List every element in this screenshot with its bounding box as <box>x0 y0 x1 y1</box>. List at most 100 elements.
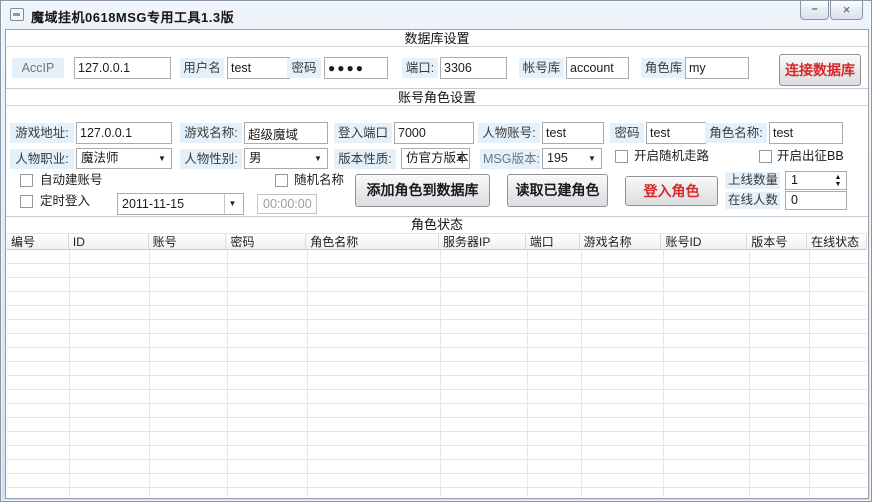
minimize-icon: – <box>811 3 817 15</box>
login-date-value: 2011-11-15 <box>122 197 184 211</box>
login-port-input[interactable] <box>394 122 474 144</box>
online-players-field[interactable]: 0 <box>785 191 847 210</box>
login-time-input[interactable]: 00:00:00 <box>257 194 317 214</box>
column-header-8[interactable]: 游戏名称 <box>580 233 662 250</box>
online-count-label: 上线数量 <box>725 172 780 189</box>
role-status-title: 角色状态 <box>6 217 868 232</box>
username-input[interactable] <box>227 57 290 79</box>
version-type-label: 版本性质: <box>334 149 396 169</box>
msg-version-value: 195 <box>547 151 568 165</box>
grid-column-line <box>809 250 810 497</box>
db-password-label: 密码 <box>287 58 321 78</box>
column-header-1[interactable]: 编号 <box>7 233 69 250</box>
chevron-down-icon: ▼ <box>312 149 324 168</box>
account-db-input[interactable] <box>566 57 629 79</box>
column-header-6[interactable]: 服务器IP <box>439 233 526 250</box>
acct-password-label: 密码 <box>610 123 644 143</box>
account-db-label: 帐号库 <box>519 58 564 78</box>
close-button[interactable]: × <box>830 1 863 20</box>
battle-pet-checkbox[interactable] <box>759 150 772 163</box>
read-roles-button[interactable]: 读取已建角色 <box>507 174 608 207</box>
role-name-label: 角色名称: <box>705 123 767 143</box>
grid-column-line <box>440 250 441 497</box>
port-label: 端口: <box>402 58 438 78</box>
column-header-2[interactable]: ID <box>69 233 149 250</box>
account-role-settings-group: 账号角色设置 游戏地址: 游戏名称: 登入端口 人物账号: 密码 角色名称: 人… <box>6 89 868 217</box>
char-class-select[interactable]: 魔法师 ▼ <box>76 148 172 169</box>
grid-column-line <box>69 250 70 497</box>
char-gender-value: 男 <box>249 151 262 165</box>
grid-column-line <box>149 250 150 497</box>
game-name-input[interactable] <box>244 122 328 144</box>
login-port-label: 登入端口 <box>334 123 392 143</box>
table-body[interactable] <box>7 250 867 497</box>
char-gender-select[interactable]: 男▼ <box>244 148 328 169</box>
random-walk-label: 开启随机走路 <box>634 149 709 165</box>
grid-column-line <box>749 250 750 497</box>
column-header-11[interactable]: 在线状态 <box>807 233 867 250</box>
acct-password-input[interactable] <box>646 122 706 144</box>
connect-db-button[interactable]: 连接数据库 <box>779 54 861 86</box>
char-account-label: 人物账号: <box>478 123 540 143</box>
acc-ip-input[interactable] <box>74 57 171 79</box>
title-bar[interactable]: 魔域挂机0618MSG专用工具1.3版 – × <box>1 1 871 29</box>
column-header-4[interactable]: 密码 <box>226 233 306 250</box>
battle-pet-label: 开启出征BB <box>777 149 844 165</box>
grid-column-line <box>663 250 664 497</box>
table-header: 编号ID账号密码角色名称服务器IP端口游戏名称账号ID版本号在线状态 <box>7 233 867 250</box>
window-title: 魔域挂机0618MSG专用工具1.3版 <box>31 7 234 26</box>
online-players-label: 在线人数 <box>725 192 780 209</box>
minimize-button[interactable]: – <box>800 1 829 20</box>
chevron-down-icon: ▼ <box>156 149 168 168</box>
username-label: 用户名 <box>180 58 224 78</box>
auto-create-label: 自动建账号 <box>40 173 103 189</box>
chevron-down-icon: ▼ <box>454 149 466 168</box>
timed-login-label: 定时登入 <box>40 194 90 210</box>
role-status-group: 角色状态 编号ID账号密码角色名称服务器IP端口游戏名称账号ID版本号在线状态 <box>6 217 868 498</box>
random-name-label: 随机名称 <box>294 173 344 189</box>
online-count-value: 1 <box>791 173 798 187</box>
grid-column-line <box>527 250 528 497</box>
port-input[interactable] <box>440 57 507 79</box>
database-settings-group: 数据库设置 AccIP 用户名 密码 ●●●● 端口: 帐号库 角色库 连接数据… <box>6 30 868 89</box>
add-role-button[interactable]: 添加角色到数据库 <box>355 174 490 207</box>
column-header-3[interactable]: 账号 <box>149 233 227 250</box>
close-icon: × <box>843 2 851 17</box>
game-addr-label: 游戏地址: <box>10 123 74 143</box>
msg-version-select[interactable]: 195 ▼ <box>542 148 602 169</box>
random-name-checkbox[interactable] <box>275 174 288 187</box>
grid-column-line <box>227 250 228 497</box>
column-header-5[interactable]: 角色名称 <box>306 233 439 250</box>
window-content: 数据库设置 AccIP 用户名 密码 ●●●● 端口: 帐号库 角色库 连接数据… <box>5 29 869 499</box>
login-date-select[interactable]: 2011-11-15▼ <box>117 193 244 215</box>
msg-version-label: MSG版本: <box>480 149 540 169</box>
column-header-10[interactable]: 版本号 <box>747 233 807 250</box>
column-header-7[interactable]: 端口 <box>526 233 580 250</box>
random-walk-checkbox[interactable] <box>615 150 628 163</box>
char-gender-label: 人物性别: <box>180 149 242 169</box>
game-name-label: 游戏名称: <box>180 123 242 143</box>
db-password-input[interactable]: ●●●● <box>324 57 388 79</box>
game-addr-input[interactable] <box>76 122 172 144</box>
version-type-select[interactable]: 仿官方版本▼ <box>401 148 470 169</box>
chevron-down-icon: ▼ <box>586 149 598 168</box>
column-header-9[interactable]: 账号ID <box>661 233 747 250</box>
spinner-up-icon[interactable]: ▲ <box>835 174 842 181</box>
auto-create-checkbox[interactable] <box>20 174 33 187</box>
acc-ip-label: AccIP <box>12 58 64 78</box>
login-role-button[interactable]: 登入角色 <box>625 176 718 206</box>
timed-login-checkbox[interactable] <box>20 195 33 208</box>
role-db-label: 角色库 <box>641 58 686 78</box>
spinner-down-icon[interactable]: ▼ <box>835 181 842 188</box>
account-role-settings-title: 账号角色设置 <box>6 89 868 106</box>
app-icon <box>10 8 24 21</box>
char-class-value: 魔法师 <box>81 151 119 165</box>
role-name-input[interactable] <box>769 122 843 144</box>
online-count-stepper[interactable]: 1 ▲▼ <box>785 171 847 190</box>
app-window: 魔域挂机0618MSG专用工具1.3版 – × 数据库设置 AccIP 用户名 … <box>0 0 872 502</box>
char-account-input[interactable] <box>542 122 604 144</box>
grid-column-line <box>307 250 308 497</box>
grid-column-line <box>581 250 582 497</box>
database-settings-title: 数据库设置 <box>6 30 868 47</box>
role-db-input[interactable] <box>685 57 749 79</box>
